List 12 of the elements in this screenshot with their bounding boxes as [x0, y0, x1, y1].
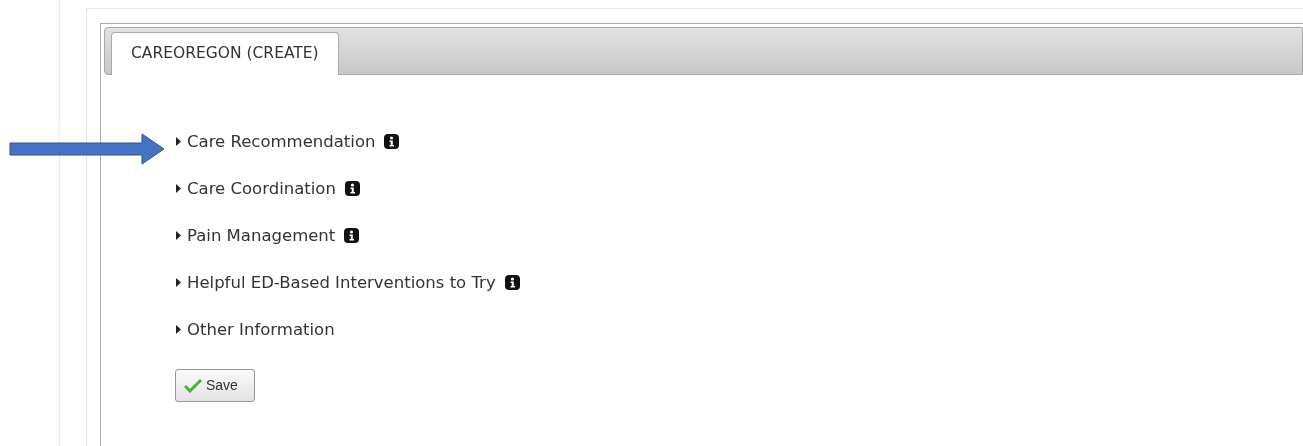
section-header[interactable]: Care Recommendation [175, 130, 376, 153]
section-header[interactable]: Helpful ED-Based Interventions to Try [175, 271, 496, 294]
info-icon[interactable] [344, 228, 360, 243]
info-icon[interactable] [344, 181, 360, 196]
tab[interactable]: CAREOREGON (CREATE) [111, 31, 339, 75]
info-icon[interactable] [504, 275, 520, 290]
save-button[interactable]: Save [175, 369, 255, 402]
section-header[interactable]: Other Information [175, 318, 335, 341]
section-header[interactable]: Care Coordination [175, 177, 336, 200]
checkmark-icon [184, 378, 202, 393]
section-header[interactable]: Pain Management [175, 224, 336, 247]
info-icon[interactable] [384, 134, 400, 149]
